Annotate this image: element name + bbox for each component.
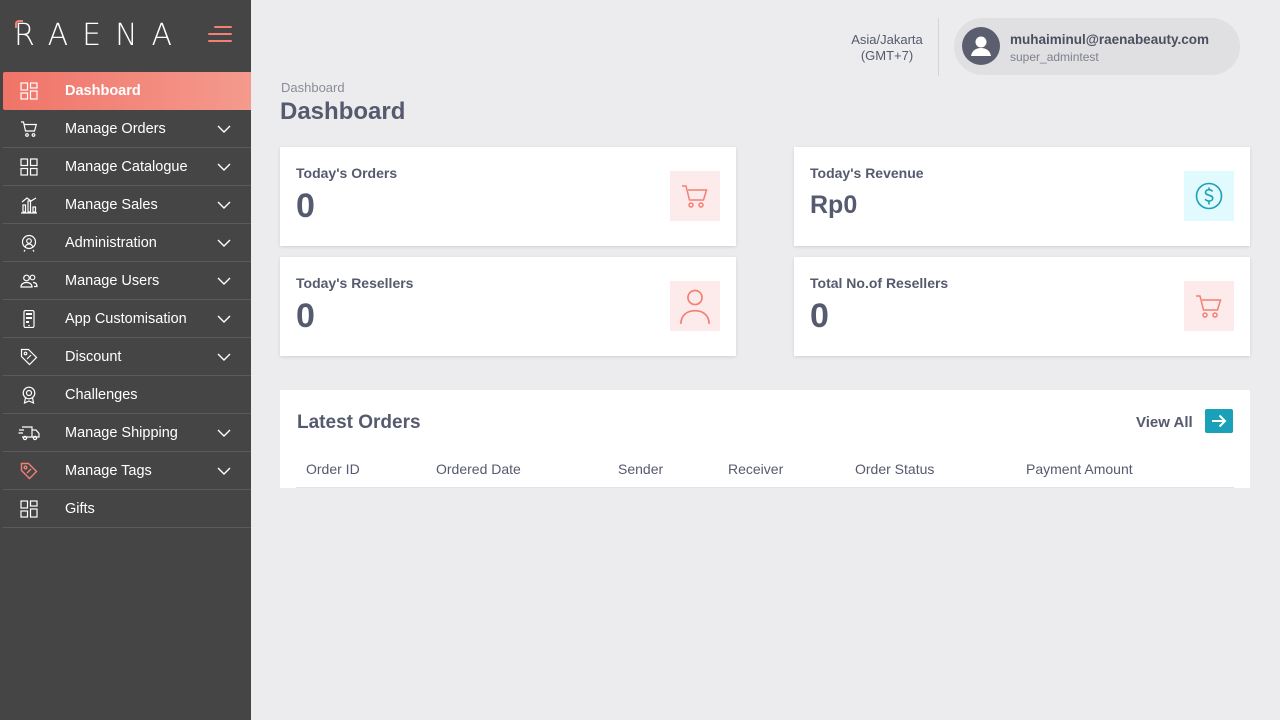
cart-icon (670, 171, 720, 221)
sidebar-item-app-customisation[interactable]: App Customisation (3, 300, 251, 338)
stat-label: Total No.of Resellers (810, 275, 949, 291)
column-header-order-status[interactable]: Order Status (855, 461, 934, 477)
user-role: super_admintest (1010, 50, 1099, 64)
chevron-down-icon[interactable] (216, 311, 232, 327)
sidebar-item-gifts[interactable]: Gifts (3, 490, 251, 528)
sidebar-item-label: Manage Tags (65, 463, 152, 479)
header-divider (938, 18, 939, 76)
grid-icon (20, 82, 38, 100)
column-header-ordered-date[interactable]: Ordered Date (436, 461, 521, 477)
stat-label: Today's Revenue (810, 165, 924, 181)
chevron-down-icon[interactable] (216, 425, 232, 441)
sidebar-item-label: Challenges (65, 387, 138, 403)
grid-icon (20, 158, 38, 176)
page-title: Dashboard (280, 98, 406, 125)
sidebar-item-manage-shipping[interactable]: Manage Shipping (3, 414, 251, 452)
stat-value: 0 (296, 187, 315, 225)
stat-label: Today's Orders (296, 165, 398, 181)
stat-card-total-resellers: Total No.of Resellers 0 (794, 257, 1250, 356)
view-all-link[interactable]: View All (1136, 414, 1193, 431)
tag-accent-icon (20, 462, 38, 480)
sidebar-item-label: Manage Shipping (65, 425, 178, 441)
dollar-circle-icon (1184, 171, 1234, 221)
stat-value: 0 (810, 297, 829, 335)
arrow-right-icon (1212, 414, 1227, 428)
stat-value: Rp0 (810, 191, 858, 219)
cart-icon (21, 121, 38, 137)
sidebar-item-manage-catalogue[interactable]: Manage Catalogue (3, 148, 251, 186)
sidebar-item-label: App Customisation (65, 311, 187, 327)
user-menu[interactable]: muhaiminul@raenabeauty.com super_adminte… (954, 18, 1240, 75)
sidebar-item-manage-orders[interactable]: Manage Orders (3, 110, 251, 148)
sidebar-item-label: Manage Catalogue (65, 159, 188, 175)
timezone-offset: (GMT+7) (860, 48, 914, 63)
column-header-sender[interactable]: Sender (618, 461, 663, 477)
sidebar-item-label: Dashboard (65, 83, 141, 99)
sidebar-item-label: Manage Users (65, 273, 160, 289)
chevron-down-icon[interactable] (216, 159, 232, 175)
sidebar-item-manage-tags[interactable]: Manage Tags (3, 452, 251, 490)
badge-icon (22, 386, 36, 404)
timezone-display: Asia/Jakarta (GMT+7) (842, 32, 932, 64)
logo-row: RAENA (0, 0, 251, 67)
user-icon (670, 281, 720, 331)
breadcrumb[interactable]: Dashboard (281, 80, 345, 95)
sidebar-item-label: Discount (65, 349, 122, 365)
latest-orders-title: Latest Orders (297, 412, 421, 433)
latest-orders-panel: Latest Orders View All Order ID Ordered … (280, 390, 1250, 488)
sidebar-item-dashboard[interactable]: Dashboard (3, 72, 251, 110)
sidebar-menu: Dashboard Manage Orders Manage Catalogue… (3, 72, 251, 528)
stat-card-today-resellers: Today's Resellers 0 (280, 257, 736, 356)
stat-card-today-orders: Today's Orders 0 (280, 147, 736, 246)
chevron-down-icon[interactable] (216, 349, 232, 365)
grid-icon (20, 500, 38, 518)
tag-icon (20, 348, 38, 366)
sidebar-item-challenges[interactable]: Challenges (3, 376, 251, 414)
view-all-button[interactable] (1205, 409, 1233, 433)
sidebar-item-label: Gifts (65, 501, 95, 517)
users-icon (20, 274, 38, 288)
user-email: muhaiminul@raenabeauty.com (1010, 32, 1209, 47)
chevron-down-icon[interactable] (216, 121, 232, 137)
sidebar-item-manage-sales[interactable]: Manage Sales (3, 186, 251, 224)
brand-logo-text: RAENA (14, 18, 187, 53)
chevron-down-icon[interactable] (216, 235, 232, 251)
sidebar-item-discount[interactable]: Discount (3, 338, 251, 376)
timezone-name: Asia/Jakarta (851, 32, 923, 47)
sidebar-item-label: Manage Orders (65, 121, 166, 137)
user-avatar-icon (971, 36, 991, 56)
admin-icon (21, 234, 37, 252)
orders-table-header: Order ID Ordered Date Sender Receiver Or… (296, 450, 1234, 488)
bar-chart-icon (21, 197, 37, 214)
chevron-down-icon[interactable] (216, 463, 232, 479)
stat-value: 0 (296, 297, 315, 335)
avatar (962, 27, 1000, 65)
sidebar: RAENA Dashboard Manage Orders Manage Cat… (0, 0, 251, 720)
stat-label: Today's Resellers (296, 275, 414, 291)
sidebar-item-label: Administration (65, 235, 157, 251)
chevron-down-icon[interactable] (216, 197, 232, 213)
cart-icon (1184, 281, 1234, 331)
column-header-order-id[interactable]: Order ID (306, 461, 360, 477)
sidebar-item-administration[interactable]: Administration (3, 224, 251, 262)
truck-icon (18, 426, 40, 441)
column-header-receiver[interactable]: Receiver (728, 461, 783, 477)
column-header-payment-amount[interactable]: Payment Amount (1026, 461, 1133, 477)
stat-card-today-revenue: Today's Revenue Rp0 (794, 147, 1250, 246)
menu-toggle-icon[interactable] (208, 26, 232, 42)
sidebar-item-label: Manage Sales (65, 197, 158, 213)
chevron-down-icon[interactable] (216, 273, 232, 289)
sidebar-item-manage-users[interactable]: Manage Users (3, 262, 251, 300)
mobile-icon (23, 310, 35, 328)
brand-logo[interactable]: RAENA (14, 18, 186, 53)
